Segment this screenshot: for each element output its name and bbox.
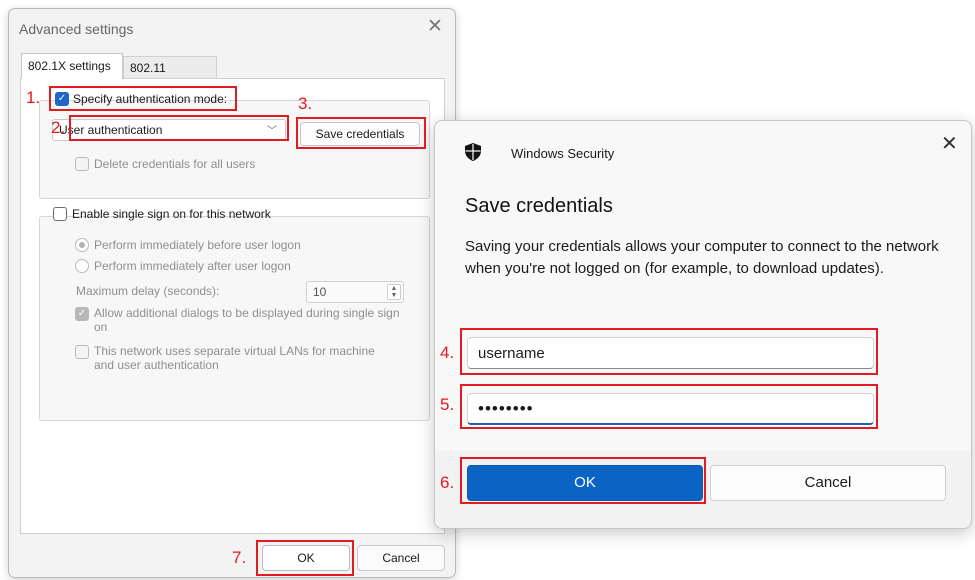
annotation-box-7: [256, 540, 354, 576]
allow-dialogs-checkbox[interactable]: ✓: [75, 307, 89, 321]
annotation-box-4: [460, 328, 878, 375]
annotation-box-1: [49, 86, 237, 111]
sso-enable-label: Enable single sign on for this network: [72, 207, 271, 221]
tab-80211-settings[interactable]: 802.11 settings: [123, 56, 217, 97]
annotation-box-5: [460, 384, 878, 429]
annotation-number-4: 4.: [440, 343, 455, 362]
annotation-number-1: 1.: [26, 88, 41, 107]
annotation-number-3: 3.: [298, 94, 313, 113]
dialog-heading: Save credentials: [465, 195, 613, 217]
annotation-box-2: [69, 115, 289, 141]
perform-before-radio[interactable]: [75, 238, 89, 252]
dialog-title: Advanced settings: [19, 21, 134, 37]
max-delay-value: 10: [313, 285, 327, 299]
separate-vlans-label: This network uses separate virtual LANs …: [94, 344, 375, 372]
delete-credentials-checkbox[interactable]: [75, 157, 89, 171]
perform-after-label: Perform immediately after user logon: [94, 259, 291, 273]
close-icon[interactable]: ✕: [941, 134, 958, 154]
perform-before-label: Perform immediately before user logon: [94, 238, 301, 252]
dialog-description: Saving your credentials allows your comp…: [465, 238, 939, 277]
shield-icon: [465, 143, 481, 161]
security-cancel-button[interactable]: Cancel: [710, 465, 946, 501]
annotation-box-3: [296, 117, 426, 149]
annotation-number-7: 7.: [232, 548, 247, 567]
max-delay-input[interactable]: 10 ▲ ▼: [306, 281, 404, 303]
delete-credentials-label: Delete credentials for all users: [94, 157, 256, 171]
spinner-icon[interactable]: ▲ ▼: [387, 284, 401, 300]
perform-after-radio[interactable]: [75, 259, 89, 273]
annotation-number-6: 6.: [440, 473, 455, 492]
max-delay-label: Maximum delay (seconds):: [76, 284, 220, 298]
close-icon[interactable]: ✕: [427, 17, 443, 37]
annotation-number-2: 2.: [51, 118, 66, 137]
advanced-cancel-button[interactable]: Cancel: [357, 545, 445, 571]
separate-vlans-checkbox[interactable]: [75, 345, 89, 359]
allow-dialogs-label: Allow additional dialogs to be displayed…: [94, 306, 400, 334]
tab-8021x-settings[interactable]: 802.1X settings: [21, 53, 123, 79]
annotation-number-5: 5.: [440, 395, 455, 414]
app-title: Windows Security: [511, 146, 615, 161]
sso-enable-checkbox[interactable]: [53, 207, 67, 221]
annotation-box-6: [460, 457, 706, 504]
